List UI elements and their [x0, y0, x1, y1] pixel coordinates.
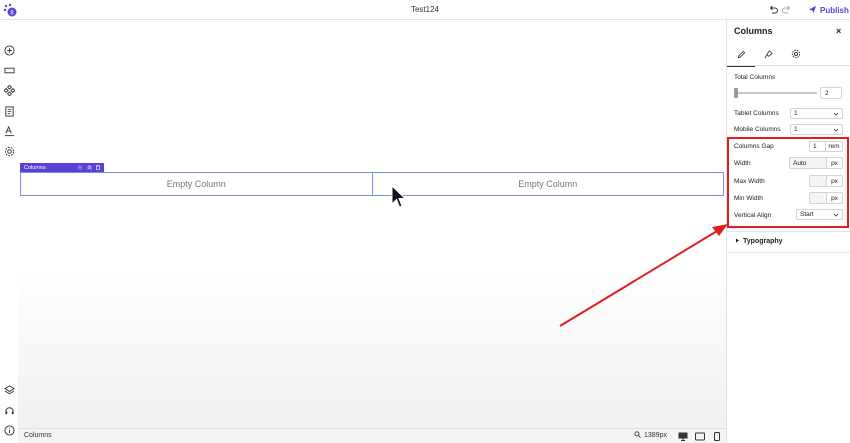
brush-icon — [764, 49, 773, 58]
breadcrumb[interactable]: Columns — [24, 432, 52, 439]
pencil-icon — [737, 50, 745, 58]
chevron-down-icon — [833, 127, 839, 133]
pages-icon[interactable] — [3, 105, 15, 117]
move-up-icon[interactable] — [87, 165, 92, 170]
caret-right-icon — [735, 238, 740, 245]
total-columns-input[interactable]: 2 — [820, 87, 842, 99]
columns-gap-unit[interactable]: rem — [826, 141, 843, 152]
send-icon — [808, 5, 817, 16]
total-columns-slider-handle[interactable] — [734, 88, 738, 98]
mobile-columns-value: 1 — [794, 126, 798, 133]
add-icon[interactable] — [3, 44, 15, 56]
tab-style[interactable] — [762, 47, 774, 61]
section-divider — [727, 231, 850, 232]
columns-block[interactable]: Empty Column Empty Column — [20, 172, 724, 196]
tablet-icon[interactable] — [695, 432, 705, 441]
columns-block-label[interactable]: Columns — [20, 163, 104, 172]
typography-icon[interactable] — [3, 125, 15, 137]
typography-label: Typography — [743, 238, 783, 245]
column-1[interactable]: Empty Column — [21, 173, 372, 195]
total-columns-label: Total Columns — [734, 74, 776, 81]
block-label-text: Columns — [24, 164, 46, 171]
top-bar: 8 Test124 Publish — [0, 0, 850, 20]
redo-icon[interactable] — [782, 5, 792, 15]
settings-icon[interactable] — [3, 145, 15, 157]
mouse-cursor-icon — [391, 184, 407, 209]
document-title: Test124 — [410, 5, 440, 14]
panel-title: Columns — [734, 26, 773, 36]
vertical-align-value: Start — [800, 211, 814, 218]
desktop-icon[interactable] — [678, 432, 688, 441]
mobile-icon[interactable] — [712, 432, 722, 441]
width-unit[interactable]: px — [827, 157, 843, 169]
min-width-label: Min Width — [734, 195, 763, 202]
tab-advanced[interactable] — [790, 47, 802, 61]
left-toolbar — [0, 20, 18, 443]
close-icon[interactable]: × — [836, 26, 841, 36]
layers-icon[interactable] — [3, 384, 15, 396]
viewport-width[interactable]: 1389px — [634, 431, 667, 440]
min-width-input[interactable] — [809, 192, 827, 204]
chevron-down-icon — [833, 212, 839, 218]
vertical-align-label: Vertical Align — [734, 212, 772, 219]
mobile-columns-label: Mobile Columns — [734, 126, 781, 133]
search-icon — [634, 431, 641, 440]
mobile-columns-select[interactable]: 1 — [790, 124, 843, 135]
publish-button[interactable]: Publish — [808, 3, 849, 17]
drag-handle-icon[interactable] — [78, 165, 82, 170]
width-input[interactable]: Auto — [789, 157, 827, 169]
layout-icon[interactable] — [3, 64, 15, 76]
min-width-unit[interactable]: px — [827, 192, 843, 204]
tab-edit[interactable] — [727, 47, 755, 67]
publish-label: Publish — [820, 5, 849, 15]
typography-section-toggle[interactable]: Typography — [735, 238, 783, 245]
inspector-panel: Columns × Total Columns 2 Tablet Columns… — [726, 20, 850, 443]
width-label: Width — [734, 160, 751, 167]
tablet-columns-value: 1 — [794, 110, 798, 117]
section-divider — [727, 252, 850, 253]
tablet-columns-label: Tablet Columns — [734, 110, 779, 117]
gear-icon — [791, 49, 801, 59]
max-width-unit[interactable]: px — [827, 175, 843, 187]
help-icon[interactable] — [3, 404, 15, 416]
columns-gap-label: Columns Gap — [734, 143, 774, 150]
chevron-down-icon — [833, 111, 839, 117]
components-icon[interactable] — [3, 84, 15, 96]
vertical-align-select[interactable]: Start — [796, 209, 843, 220]
max-width-label: Max Width — [734, 178, 765, 185]
editor-canvas[interactable]: Columns Empty Column Empty Column — [18, 20, 726, 428]
panel-tabs — [727, 44, 850, 67]
columns-gap-input[interactable]: 1 — [809, 141, 826, 152]
tablet-columns-select[interactable]: 1 — [790, 108, 843, 119]
status-bar: Columns 1389px — [18, 428, 726, 443]
viewport-width-value: 1389px — [644, 432, 667, 439]
column-2[interactable]: Empty Column — [371, 173, 724, 195]
info-icon[interactable] — [3, 424, 15, 436]
max-width-input[interactable] — [809, 175, 827, 187]
delete-icon[interactable] — [96, 165, 100, 171]
total-columns-slider-track[interactable] — [735, 92, 817, 94]
undo-icon[interactable] — [768, 5, 778, 15]
